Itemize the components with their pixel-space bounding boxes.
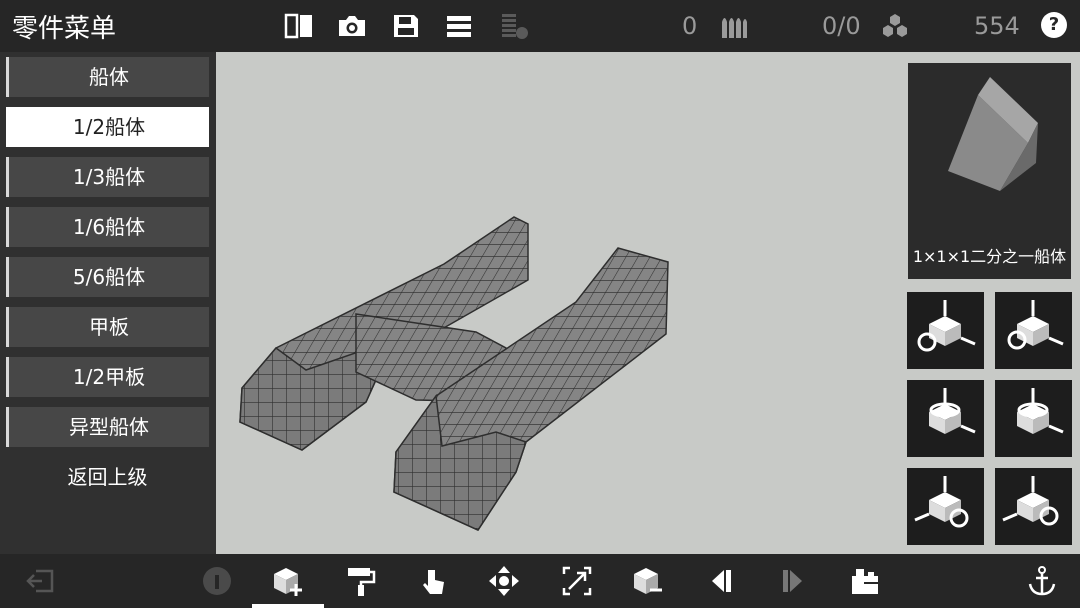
save-icon[interactable]	[391, 10, 421, 42]
wedge-preview-icon	[948, 77, 1038, 191]
info-icon[interactable]	[200, 564, 234, 598]
rotate-icon	[1007, 300, 1064, 350]
menu-title: 零件菜单	[12, 14, 117, 44]
parts-sidebar: 船体 1/2船体 1/3船体 1/6船体 5/6船体 甲板 1/2甲板 异型船体…	[0, 52, 216, 554]
rotate-z-cw-button[interactable]	[995, 468, 1072, 545]
rotate-icon	[929, 388, 976, 434]
back-button[interactable]: 返回上级	[6, 457, 209, 497]
bottom-toolbar	[0, 554, 1080, 608]
rotate-icon	[914, 476, 969, 528]
sidebar-item-third-hull[interactable]: 1/3船体	[6, 157, 209, 197]
sidebar-item-hull[interactable]: 船体	[6, 57, 209, 97]
layers-menu-icon[interactable]	[444, 10, 474, 42]
remove-block-icon[interactable]	[630, 564, 664, 598]
ammo-count: 0	[682, 12, 698, 40]
rotate-x-cw-button[interactable]	[995, 292, 1072, 369]
undo-icon[interactable]	[704, 564, 738, 598]
rotate-icon	[1017, 388, 1064, 434]
redo-icon	[776, 564, 810, 598]
rotate-icon	[917, 300, 976, 352]
help-button[interactable]: ?	[1041, 12, 1067, 38]
sidebar-item-half-hull[interactable]: 1/2船体	[6, 107, 209, 147]
sidebar-item-special-hull[interactable]: 异型船体	[6, 407, 209, 447]
points-count: 554	[974, 12, 1020, 40]
parts-count: 0/0	[822, 12, 861, 40]
stack-disabled-icon	[499, 10, 529, 42]
anchor-icon[interactable]	[1025, 564, 1059, 598]
rotate-y-cw-button[interactable]	[995, 380, 1072, 457]
paint-roller-icon[interactable]	[344, 564, 378, 598]
parts-icon	[880, 10, 910, 42]
touch-select-icon[interactable]	[416, 564, 450, 598]
rotate-z-ccw-button[interactable]	[907, 468, 984, 545]
part-name-label: 1×1×1二分之一船体	[912, 247, 1067, 266]
exit-icon[interactable]	[24, 564, 58, 598]
rotate-icon	[1002, 476, 1059, 526]
add-block-icon[interactable]	[270, 564, 304, 598]
top-bar: 零件菜单 0 0/0 554 ?	[0, 0, 1080, 52]
camera-icon[interactable]	[337, 10, 367, 42]
rotate-y-ccw-button[interactable]	[907, 380, 984, 457]
active-tool-indicator	[252, 604, 324, 608]
ammo-icon	[718, 10, 748, 42]
sidebar-item-deck[interactable]: 甲板	[6, 307, 209, 347]
gallery-icon[interactable]	[848, 564, 882, 598]
split-view-icon[interactable]	[284, 10, 314, 42]
part-preview-card: 1×1×1二分之一船体	[908, 63, 1071, 279]
sidebar-item-five-sixths-hull[interactable]: 5/6船体	[6, 257, 209, 297]
sidebar-item-half-deck[interactable]: 1/2甲板	[6, 357, 209, 397]
resize-icon[interactable]	[560, 564, 594, 598]
rotate-x-ccw-button[interactable]	[907, 292, 984, 369]
move-icon[interactable]	[487, 564, 521, 598]
sidebar-item-sixth-hull[interactable]: 1/6船体	[6, 207, 209, 247]
